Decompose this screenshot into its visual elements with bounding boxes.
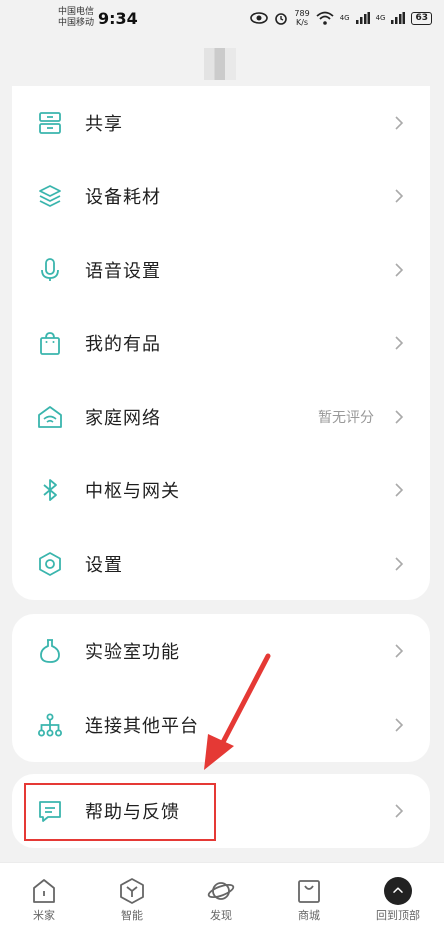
- menu-item-device-consumables[interactable]: 设备耗材: [12, 159, 430, 232]
- signal-bars-icon: [391, 12, 406, 24]
- menu-item-label: 设备耗材: [85, 186, 161, 208]
- settings-hexagon-icon: [36, 550, 64, 578]
- nav-label: 智能: [121, 909, 143, 922]
- nav-label: 米家: [33, 909, 55, 922]
- smart-hexagon-icon: [120, 878, 144, 904]
- flask-icon: [36, 637, 64, 665]
- menu-item-my-youpin[interactable]: 我的有品: [12, 306, 430, 379]
- annotation-arrow-icon: [204, 653, 271, 770]
- menu-item-label: 语音设置: [85, 260, 161, 282]
- bluetooth-icon: [36, 476, 64, 504]
- net-speed: 789 K/s: [294, 9, 309, 27]
- status-bar: 中国电信 中国移动 9:34 789 K/s 4G 4G 63: [0, 0, 444, 36]
- carrier-info: 中国电信 中国移动: [58, 7, 94, 29]
- avatar[interactable]: [204, 48, 236, 80]
- home-icon: [33, 879, 55, 903]
- chevron-right-icon: [395, 335, 404, 350]
- chevron-right-icon: [395, 803, 404, 818]
- menu-item-share[interactable]: 共享: [12, 86, 430, 159]
- microphone-icon: [36, 256, 64, 284]
- shopping-bag-icon: [36, 329, 64, 357]
- status-icons: 789 K/s 4G 4G 63: [250, 9, 432, 27]
- chevron-right-icon: [395, 643, 404, 658]
- chevron-right-icon: [395, 115, 404, 130]
- chevron-right-icon: [395, 556, 404, 571]
- nav-item-shop[interactable]: 商城: [279, 877, 339, 923]
- menu-item-label: 连接其他平台: [85, 715, 199, 737]
- alarm-icon: [275, 13, 288, 25]
- chevron-right-icon: [395, 482, 404, 497]
- chevron-right-icon: [395, 188, 404, 203]
- share-cabinet-icon: [36, 109, 64, 137]
- shop-bag-icon: [298, 880, 320, 903]
- network-tree-icon: [36, 711, 64, 739]
- nav-item-mijia[interactable]: 米家: [14, 877, 74, 923]
- chevron-right-icon: [395, 262, 404, 277]
- eye-icon: [250, 12, 269, 24]
- nav-item-back-to-top[interactable]: 回到顶部: [368, 877, 428, 923]
- signal-bars-icon: [355, 12, 370, 24]
- bottom-nav: 米家 智能 发现 商城 回到顶部: [0, 862, 444, 937]
- home-wifi-icon: [36, 403, 64, 431]
- signal-label-2: 4G: [375, 14, 386, 22]
- menu-item-label: 共享: [85, 113, 123, 135]
- carrier-2: 中国移动: [58, 18, 95, 28]
- signal-label-1: 4G: [339, 14, 350, 22]
- menu-item-home-network[interactable]: 家庭网络 暂无评分: [12, 380, 430, 453]
- battery-indicator: 63: [411, 11, 432, 25]
- back-to-top-icon: [384, 877, 412, 905]
- menu-item-voice-settings[interactable]: 语音设置: [12, 233, 430, 306]
- planet-icon: [207, 882, 235, 900]
- net-speed-value: 789: [294, 9, 310, 18]
- nav-label: 发现: [210, 909, 232, 922]
- menu-item-label: 我的有品: [85, 333, 161, 355]
- annotation-highlight-box: [24, 783, 216, 841]
- clock: 9:34: [98, 8, 138, 28]
- nav-label: 回到顶部: [376, 909, 420, 922]
- menu-item-label: 设置: [85, 554, 123, 576]
- nav-label: 商城: [298, 909, 320, 922]
- layers-icon: [36, 182, 64, 210]
- chevron-right-icon: [395, 717, 404, 732]
- menu-item-settings[interactable]: 设置: [12, 527, 430, 600]
- rating-status: 暂无评分: [318, 409, 374, 426]
- nav-item-discover[interactable]: 发现: [191, 877, 251, 923]
- menu-item-label: 中枢与网关: [85, 480, 180, 502]
- wifi-icon: [316, 11, 334, 25]
- nav-item-smart[interactable]: 智能: [102, 877, 162, 923]
- carrier-1: 中国电信: [58, 7, 95, 17]
- net-speed-unit: K/s: [295, 18, 309, 27]
- chevron-right-icon: [395, 409, 404, 424]
- menu-item-hub-gateway[interactable]: 中枢与网关: [12, 453, 430, 526]
- menu-card-main: 共享 设备耗材 语音设置 我的有品 家庭网络 暂无评分 中枢与网关 设置: [12, 86, 430, 600]
- menu-item-label: 实验室功能: [85, 641, 180, 663]
- menu-item-label: 家庭网络: [85, 407, 161, 429]
